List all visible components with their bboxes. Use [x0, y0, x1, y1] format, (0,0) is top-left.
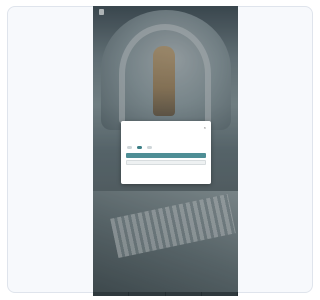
consent-toggle-2[interactable] [136, 146, 142, 149]
consent-toggle-3[interactable] [146, 146, 152, 149]
close-icon[interactable]: × [204, 126, 206, 130]
save-settings-button[interactable] [126, 160, 206, 165]
toggle-switch-icon[interactable] [147, 146, 152, 149]
consent-toggle-1[interactable] [126, 146, 132, 149]
accept-all-button[interactable] [126, 153, 206, 158]
cookie-consent-dialog: × [121, 121, 211, 184]
dialog-body-text [126, 133, 206, 142]
toggle-switch-icon[interactable] [127, 146, 132, 149]
consent-toggles [126, 145, 206, 150]
toggle-switch-icon[interactable] [137, 146, 142, 149]
